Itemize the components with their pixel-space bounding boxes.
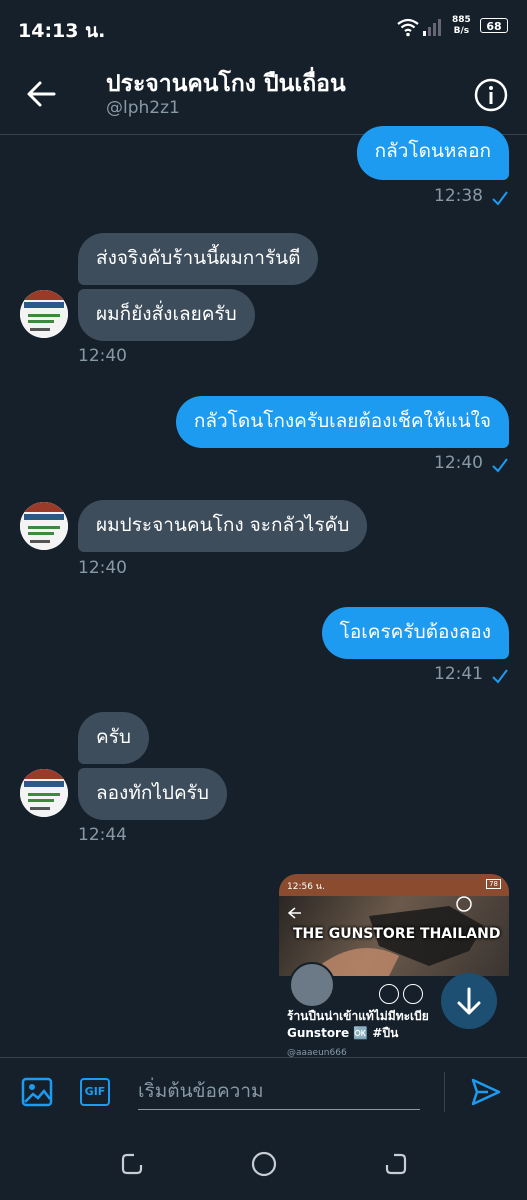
battery-icon: 68 (480, 18, 508, 33)
message-bubble-incoming[interactable]: ส่งจริงคับร้านนี้ผมการันตี (78, 233, 319, 285)
sent-check-icon (492, 458, 508, 473)
gif-button[interactable]: GIF (80, 1078, 110, 1106)
recent-apps-icon[interactable] (120, 1152, 144, 1176)
message-time: 12:40 (78, 346, 127, 366)
conversation-handle: @lph2z1 (106, 98, 180, 118)
media-status-bar: 12:56 น. 78 (279, 874, 509, 896)
message-bubble-outgoing[interactable]: กลัวโดนหลอก (356, 126, 509, 180)
message-bubble-outgoing[interactable]: โอเครครับต้องลอง (321, 607, 509, 659)
divider (444, 1072, 445, 1112)
signal-icon (423, 19, 441, 36)
message-time: 12:41 (434, 664, 483, 684)
conversation-title[interactable]: ประจานคนโกง ปืนเถื่อน (106, 66, 346, 102)
sent-check-icon (492, 669, 508, 684)
avatar[interactable] (20, 769, 68, 817)
home-icon[interactable] (250, 1150, 278, 1178)
message-bubble-incoming[interactable]: ลองทักไปครับ (78, 768, 227, 820)
arrow-down-icon (457, 987, 481, 1015)
message-time: 12:38 (434, 186, 483, 206)
shared-image-message[interactable]: 12:56 น. 78 THE GUNSTORE THAILAND ร้านปื… (279, 874, 509, 1060)
system-navigation-bar (0, 1128, 527, 1200)
message-input-underline (138, 1109, 420, 1110)
wifi-icon (397, 18, 419, 37)
avatar[interactable] (20, 502, 68, 550)
message-time: 12:44 (78, 825, 127, 845)
info-icon[interactable] (474, 78, 508, 112)
message-bubble-incoming[interactable]: ครับ (78, 712, 149, 764)
send-icon[interactable] (470, 1076, 502, 1108)
media-profile-text: ร้านปืนน่าเข้าแท้ไม่มีทะเบีย Gunstore 🆗 … (287, 1009, 429, 1040)
message-time: 12:40 (434, 453, 483, 473)
media-bell-icon (403, 984, 423, 1004)
media-profile-avatar (289, 962, 335, 1008)
message-composer: GIF เริ่มต้นข้อความ (0, 1057, 527, 1128)
media-banner-title: THE GUNSTORE THAILAND (293, 926, 501, 942)
message-time: 12:40 (78, 558, 127, 578)
message-bubble-incoming[interactable]: ผมประจานคนโกง จะกลัวไรคับ (78, 500, 368, 552)
message-input[interactable]: เริ่มต้นข้อความ (138, 1076, 264, 1106)
image-icon[interactable] (21, 1077, 53, 1107)
sent-check-icon (492, 191, 508, 206)
scroll-to-bottom-button[interactable] (441, 973, 497, 1029)
back-icon[interactable] (384, 1152, 408, 1176)
message-bubble-outgoing[interactable]: กลัวโดนโกงครับเลยต้องเช็คให้แน่ใจ (175, 396, 509, 448)
media-mail-icon (379, 984, 399, 1004)
message-bubble-incoming[interactable]: ผมก็ยังสั่งเลยครับ (78, 289, 255, 341)
conversation-header: ประจานคนโกง ปืนเถื่อน @lph2z1 (0, 56, 527, 135)
status-bar: 14:13 น. 885 B/s 68 (0, 0, 527, 56)
avatar[interactable] (20, 290, 68, 338)
back-arrow-icon[interactable] (26, 80, 56, 108)
status-time: 14:13 น. (18, 20, 106, 42)
network-speed: 885 B/s (452, 15, 471, 36)
